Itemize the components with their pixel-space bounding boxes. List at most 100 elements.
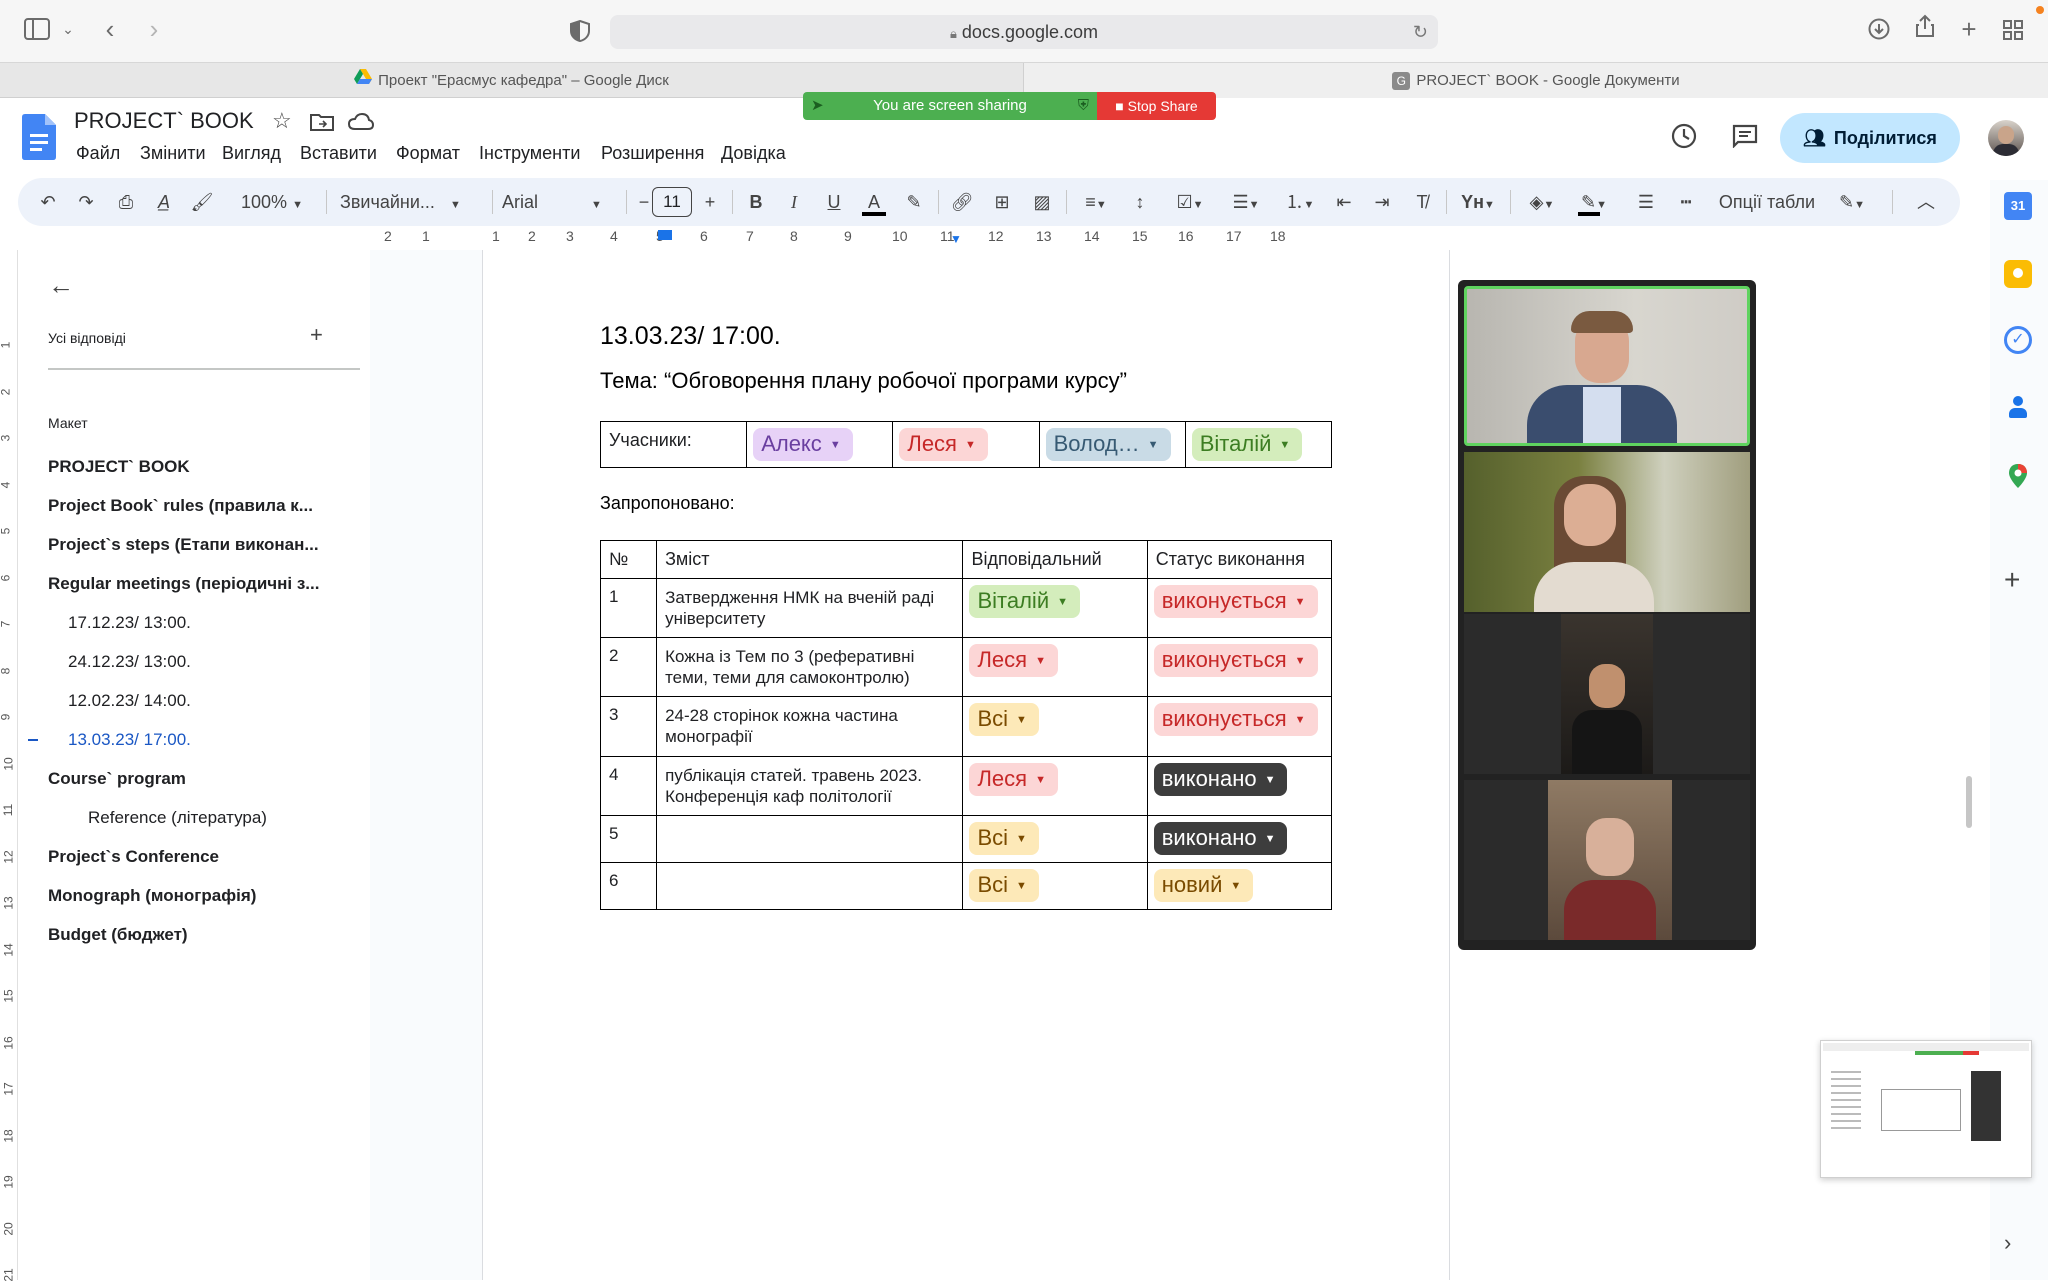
border-width-icon[interactable]: ☰ [1632,178,1660,226]
scrollbar-thumb[interactable] [1966,776,1972,828]
move-folder-icon[interactable] [310,112,334,137]
numbered-list-icon[interactable]: ⒈▼ [1276,178,1324,226]
maps-icon[interactable] [2004,462,2032,495]
outline-item[interactable]: Course` program [48,769,186,789]
paragraph-style-select[interactable]: Звичайни... ▼ [340,178,480,226]
download-icon[interactable] [1866,16,1892,46]
menu-extensions[interactable]: Розширення [601,143,704,164]
border-color-icon[interactable]: ✎▼ [1570,178,1618,226]
keep-icon[interactable] [2004,260,2032,288]
video-tile-speaker[interactable] [1464,286,1750,446]
sidebar-toggle-icon[interactable] [22,16,52,46]
responsible-chip[interactable]: Віталій ▼ [969,585,1080,619]
calendar-icon[interactable]: 31 [2004,192,2032,220]
table-options-button[interactable]: Опції табли [1712,178,1822,226]
participant-chip[interactable]: Алекс ▼ [753,428,853,462]
row-content[interactable]: Затвердження НМК на вченій раді універси… [656,578,964,638]
font-select[interactable]: Arial ▼ [502,178,618,226]
menu-insert[interactable]: Вставити [300,143,377,164]
outline-tab-label[interactable]: Усі відповіді [48,330,126,346]
address-bar[interactable]: 🔒︎ docs.google.com ↻ [610,15,1438,49]
paint-format-icon[interactable]: 🖌︎ [188,178,216,226]
cell-fill-icon[interactable]: ◈▼ [1518,178,1566,226]
document-page[interactable]: 13.03.23/ 17:00. Тема: “Обговорення план… [482,250,1450,1280]
font-size-input[interactable]: 11 [652,187,692,217]
outline-item[interactable]: Project`s Conference [48,847,219,867]
status-chip[interactable]: виконується ▼ [1153,703,1318,737]
line-spacing-icon[interactable]: ↕ [1126,178,1154,226]
highlight-icon[interactable]: ✎ [900,178,928,226]
responsible-chip[interactable]: Леся ▼ [969,644,1058,678]
cloud-icon[interactable] [347,112,375,137]
contacts-icon[interactable] [2004,394,2032,422]
bulleted-list-icon[interactable]: ☰▼ [1222,178,1270,226]
menu-view[interactable]: Вигляд [222,143,281,164]
menu-edit[interactable]: Змінити [140,143,206,164]
outline-item[interactable]: Regular meetings (періодичні з... [48,574,319,594]
menu-file[interactable]: Файл [76,143,120,164]
row-content[interactable] [656,815,964,863]
italic-icon[interactable]: I [780,178,808,226]
increase-indent-icon[interactable]: ⇥ [1368,178,1396,226]
add-comment-icon[interactable]: ⊞ [988,178,1016,226]
bold-icon[interactable]: B [742,178,770,226]
chevron-down-icon[interactable]: ⌄ [60,14,76,44]
tab-overview-icon[interactable] [2000,16,2026,46]
expand-panel-icon[interactable]: › [2004,1230,2011,1256]
star-icon[interactable]: ☆ [272,108,292,134]
docs-logo-icon[interactable] [22,114,58,160]
status-chip[interactable]: новий ▼ [1153,869,1254,903]
editing-mode-icon[interactable]: ✎▼ [1828,178,1876,226]
row-content[interactable]: публікація статей. травень 2023. Конфере… [656,756,964,816]
spellcheck-icon[interactable]: A̲ [150,178,178,226]
share-icon[interactable] [1912,14,1938,44]
undo-icon[interactable]: ↶ [34,178,62,226]
status-chip[interactable]: виконано ▼ [1153,822,1288,856]
back-arrow-icon[interactable]: ‹ [98,14,122,44]
video-tile[interactable] [1464,452,1750,612]
collapse-toolbar-icon[interactable]: ︿ [1912,178,1940,226]
text-color-icon[interactable]: A [860,178,888,226]
align-icon[interactable]: ≡▼ [1076,178,1116,226]
participant-chip[interactable]: Віталій ▼ [1191,428,1303,462]
decrease-indent-icon[interactable]: ⇤ [1330,178,1358,226]
responsible-chip[interactable]: Всі ▼ [969,703,1039,737]
back-arrow-icon[interactable]: ← [48,270,74,301]
responsible-chip[interactable]: Всі ▼ [969,869,1039,903]
stop-share-button[interactable]: ■ Stop Share [1097,92,1216,120]
responsible-chip[interactable]: Леся ▼ [969,763,1058,797]
shield-icon[interactable] [568,18,592,48]
outline-item[interactable]: Monograph (монографія) [48,886,256,906]
input-tools-icon[interactable]: Yн▼ [1454,178,1502,226]
first-line-indent-marker[interactable] [658,230,672,240]
redo-icon[interactable]: ↷ [72,178,100,226]
comment-icon[interactable] [1732,124,1758,153]
reload-icon[interactable]: ↻ [1413,15,1428,49]
forward-arrow-icon[interactable]: › [142,14,166,44]
border-dash-icon[interactable]: ┅ [1672,178,1700,226]
participant-chip[interactable]: Леся ▼ [899,428,988,462]
outline-item[interactable]: Project`s steps (Етапи виконан... [48,535,319,555]
status-chip[interactable]: виконано ▼ [1153,763,1288,797]
new-tab-icon[interactable]: + [1956,14,1982,44]
row-content[interactable] [656,862,964,910]
row-content[interactable]: 24-28 сторінок кожна частина монографії [656,696,964,757]
status-chip[interactable]: виконується ▼ [1153,644,1318,678]
add-addon-icon[interactable]: + [2004,564,2020,596]
link-icon[interactable]: 🔗︎ [948,178,976,226]
row-content[interactable]: Кожна із Тем по 3 (реферативні теми, тем… [656,637,964,697]
tasks-icon[interactable]: ✓ [2004,326,2032,354]
video-tile[interactable] [1464,780,1750,940]
print-icon[interactable]: ⎙ [112,178,140,226]
share-button[interactable]: 👥︎ Поділитися [1780,113,1960,163]
outline-item[interactable]: PROJECT` BOOK [48,457,190,477]
outline-item[interactable]: 17.12.23/ 13:00. [68,613,191,633]
outline-item[interactable]: Reference (література) [88,808,267,828]
document-title[interactable]: PROJECT` BOOK [74,108,254,134]
increase-font-size-icon[interactable]: + [698,178,722,226]
responsible-chip[interactable]: Всі ▼ [969,822,1039,856]
clear-formatting-icon[interactable]: T̸ [1408,178,1436,226]
status-chip[interactable]: виконується ▼ [1153,585,1318,619]
outline-item[interactable]: 12.02.23/ 14:00. [68,691,191,711]
avatar[interactable] [1988,120,2024,156]
